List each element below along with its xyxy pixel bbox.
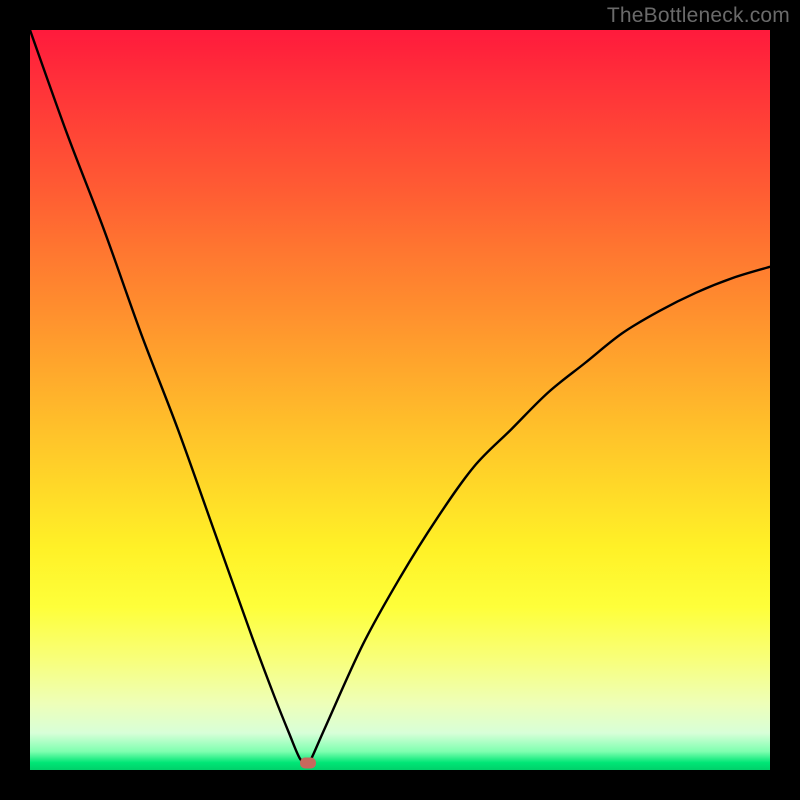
chart-stage: TheBottleneck.com	[0, 0, 800, 800]
watermark-text: TheBottleneck.com	[607, 4, 790, 28]
bottleneck-curve	[30, 30, 770, 763]
plot-area	[30, 30, 770, 770]
optimal-marker	[300, 757, 316, 768]
curve-svg	[30, 30, 770, 770]
